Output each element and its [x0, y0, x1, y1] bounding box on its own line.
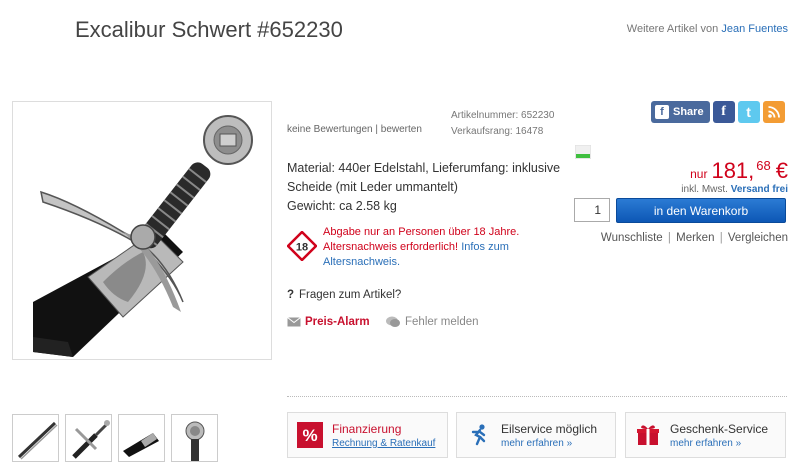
remember-link[interactable]: Merken: [676, 232, 714, 244]
quantity-input[interactable]: 1: [574, 198, 610, 222]
more-by-prefix: Weitere Artikel von: [626, 23, 719, 35]
tax-text: inkl. Mwst.: [681, 184, 728, 195]
description-line: Scheide (mit Leder ummantelt): [287, 180, 458, 194]
envelope-icon: [287, 317, 301, 327]
age-text: Abgabe nur an Personen über 18 Jahre. Al…: [323, 225, 557, 270]
author-link[interactable]: Jean Fuentes: [721, 23, 788, 35]
price-alarm-label: Preis-Alarm: [305, 316, 370, 328]
thumbnail[interactable]: [171, 414, 218, 462]
thumbnail-image: [72, 420, 110, 459]
main-product-image[interactable]: [12, 101, 272, 360]
service-subtitle[interactable]: mehr erfahren »: [670, 438, 768, 449]
service-express[interactable]: Eilservice möglich mehr erfahren »: [456, 412, 616, 458]
facebook-icon[interactable]: f: [712, 101, 735, 123]
thumbnail-image: [185, 421, 205, 461]
product-question-link[interactable]: ? Fragen zum Artikel?: [287, 289, 401, 301]
reviews-link[interactable]: keine Bewertungen | bewerten: [287, 124, 422, 135]
product-meta: Artikelnummer: 652230 Verkaufsrang: 1647…: [451, 108, 554, 140]
gift-symbol: [637, 425, 659, 445]
thumbnail[interactable]: [118, 414, 165, 462]
runner-symbol: [471, 424, 486, 446]
service-title: Eilservice möglich: [501, 421, 598, 436]
age-18-icon: 18: [287, 231, 317, 261]
price-prefix: nur: [690, 167, 708, 181]
thumbnail-strip: [12, 414, 218, 462]
description-line: Gewicht: ca 2.58 kg: [287, 199, 397, 213]
service-subtitle[interactable]: Rechnung & Ratenkauf: [332, 438, 435, 449]
price-currency: €: [775, 158, 788, 183]
running-man-icon: [465, 421, 493, 449]
price-main: 181,: [711, 158, 755, 183]
separator: |: [667, 232, 671, 244]
thumbnail[interactable]: [65, 414, 112, 462]
service-title: Finanzierung: [332, 421, 402, 436]
age-restriction-notice: 18 Abgabe nur an Personen über 18 Jahre.…: [287, 225, 557, 269]
more-by-author: Weitere Artikel von Jean Fuentes: [627, 23, 788, 35]
product-description: Material: 440er Edelstahl, Lieferumfang:…: [287, 159, 567, 216]
thumbnail[interactable]: [12, 414, 59, 462]
separator: |: [719, 232, 723, 244]
thumbnail-image: [17, 421, 58, 460]
price-cents: 68: [756, 158, 771, 173]
service-title: Geschenk-Service: [670, 421, 769, 436]
article-number: Artikelnummer: 652230: [451, 110, 555, 121]
service-financing[interactable]: % Finanzierung Rechnung & Ratenkauf: [287, 412, 448, 458]
service-subtitle[interactable]: mehr erfahren »: [501, 438, 597, 449]
social-share-bar: f Share f t: [651, 101, 785, 123]
rss-symbol: [767, 106, 780, 118]
thumbnail-image: [123, 433, 159, 457]
question-icon: ?: [287, 289, 295, 301]
page-title: Excalibur Schwert #652230: [75, 17, 343, 42]
report-error-label: Fehler melden: [405, 316, 479, 328]
question-label: Fragen zum Artikel?: [299, 289, 402, 301]
rss-icon[interactable]: [762, 101, 785, 123]
speech-bubble-icon: [386, 316, 400, 327]
price: nur 181, 68 €: [690, 158, 788, 184]
add-to-cart-button[interactable]: in den Warenkorb: [616, 198, 786, 223]
percent-symbol: %: [297, 422, 323, 448]
percent-icon: %: [296, 421, 324, 449]
sales-rank: Verkaufsrang: 16478: [451, 126, 544, 137]
shipping-link[interactable]: Versand frei: [731, 184, 788, 195]
share-label: Share: [673, 106, 704, 118]
wishlist-links: Wunschliste | Merken | Vergleichen: [601, 232, 788, 244]
gift-icon: [634, 421, 662, 449]
divider: [287, 396, 787, 397]
facebook-icon: f: [655, 105, 669, 119]
svg-text:18: 18: [296, 242, 308, 254]
report-error-link[interactable]: Fehler melden: [386, 316, 479, 328]
tax-info: inkl. Mwst. Versand frei: [681, 184, 788, 195]
twitter-icon[interactable]: t: [737, 101, 760, 123]
sword-image: [33, 115, 253, 357]
compare-link[interactable]: Vergleichen: [728, 232, 788, 244]
wishlist-link[interactable]: Wunschliste: [601, 232, 663, 244]
service-gift[interactable]: Geschenk-Service mehr erfahren »: [625, 412, 786, 458]
svg-text:%: %: [302, 426, 317, 445]
stock-indicator-icon: [575, 145, 591, 159]
description-line: Material: 440er Edelstahl, Lieferumfang:…: [287, 161, 561, 175]
price-alarm-link[interactable]: Preis-Alarm: [287, 316, 370, 328]
facebook-share-button[interactable]: f Share: [651, 101, 710, 123]
